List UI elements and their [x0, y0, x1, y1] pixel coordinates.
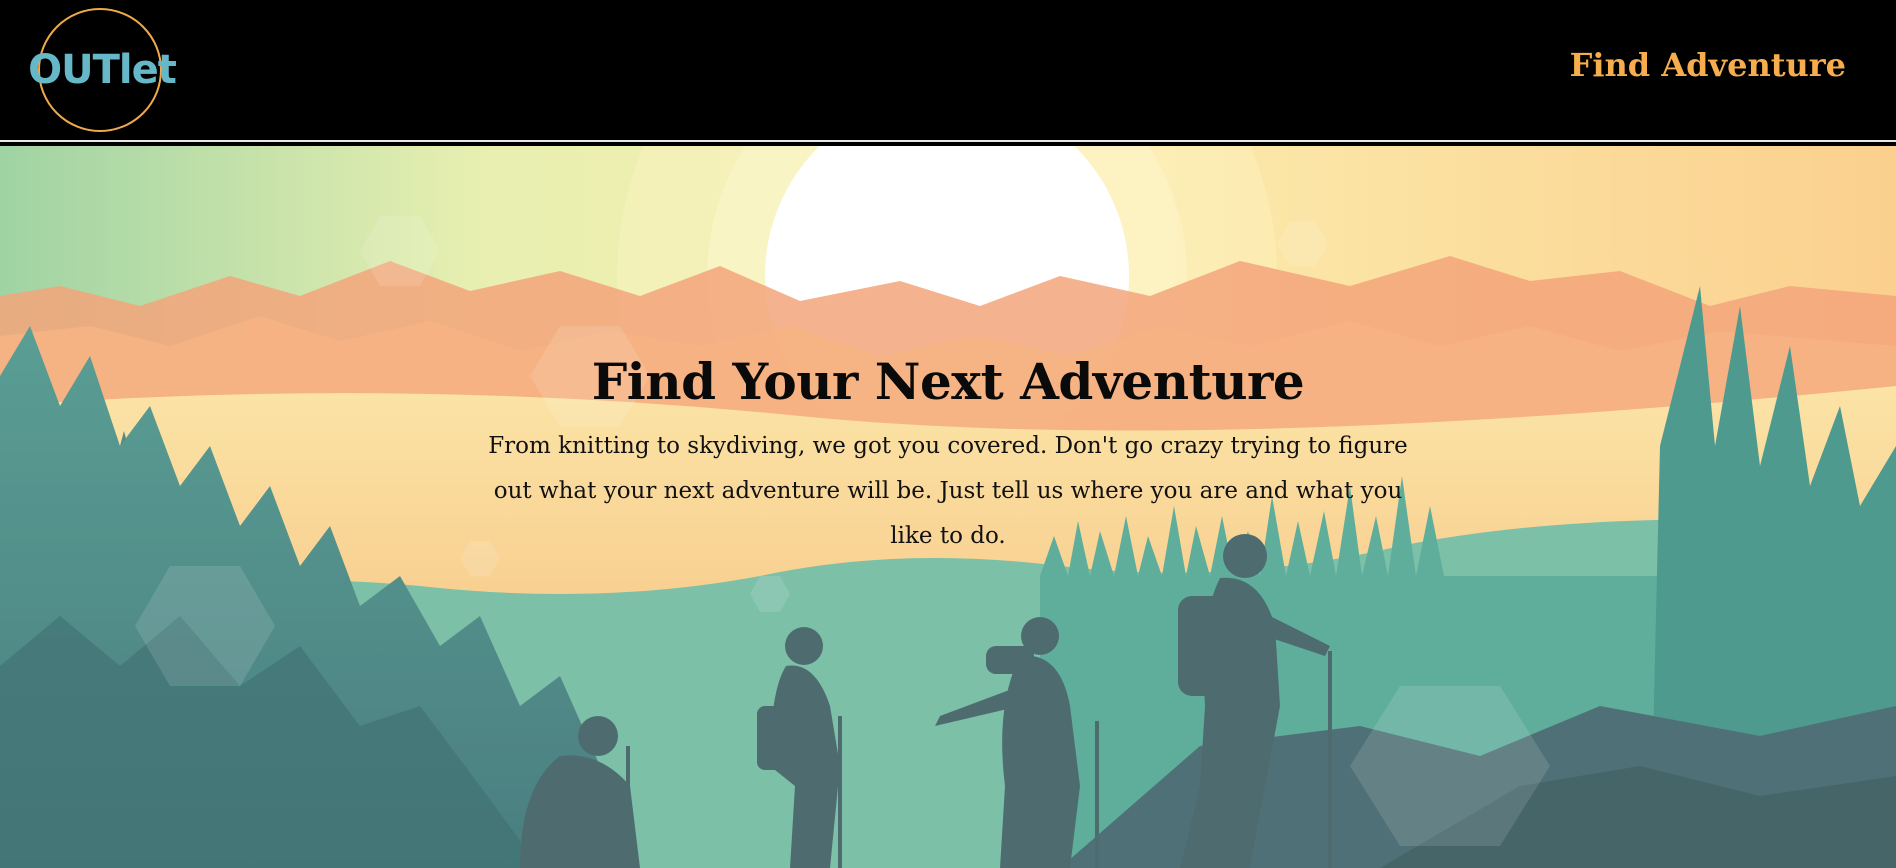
logo[interactable]: OUTlet — [28, 8, 177, 132]
find-adventure-link[interactable]: Find Adventure — [1570, 46, 1846, 84]
top-navigation-bar: OUTlet Find Adventure — [0, 0, 1896, 142]
hero-description: From knitting to skydiving, we got you c… — [488, 433, 1408, 549]
logo-text: OUTlet — [28, 47, 177, 93]
hero-section: Find Your Next Adventure From knitting t… — [0, 146, 1896, 868]
hero-title: Find Your Next Adventure — [591, 352, 1305, 411]
